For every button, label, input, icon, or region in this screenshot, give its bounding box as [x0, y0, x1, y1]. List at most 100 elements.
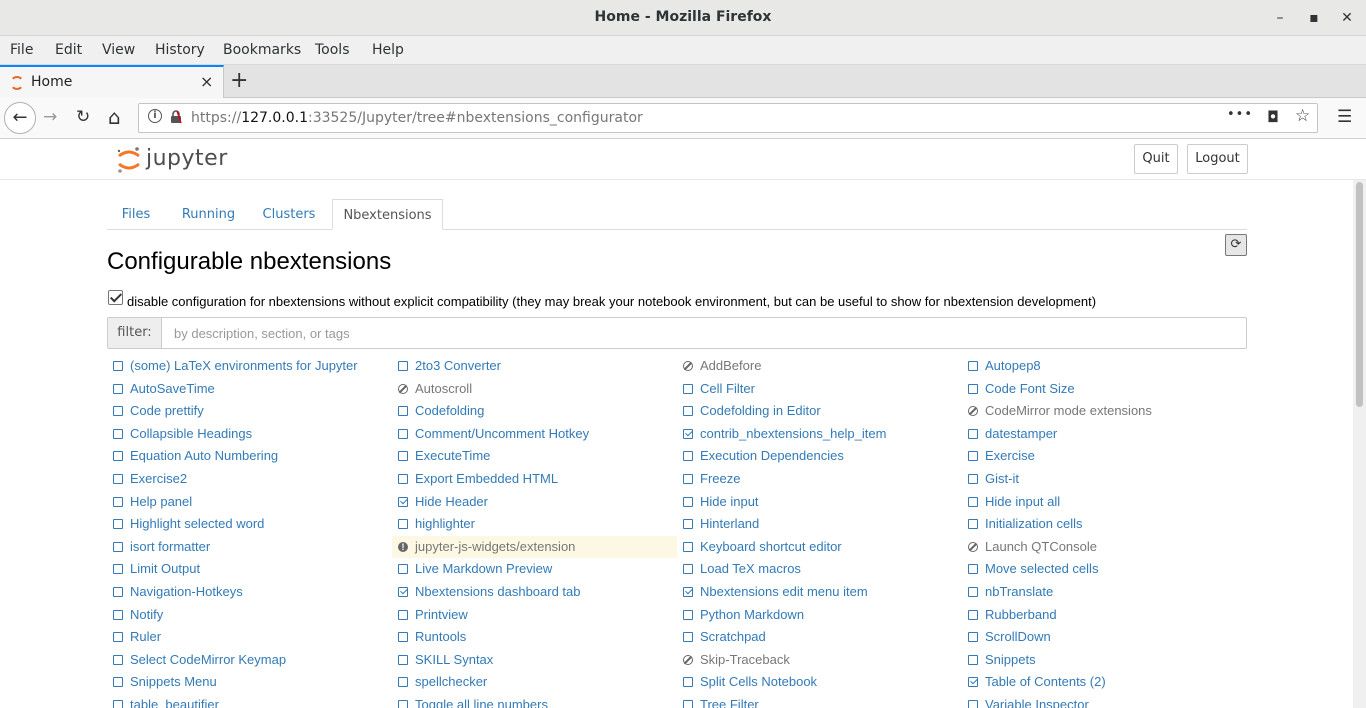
new-tab-icon[interactable]: + [230, 68, 248, 93]
nbextension-item[interactable]: Equation Auto Numbering [107, 445, 392, 467]
unchecked-box-icon[interactable] [113, 451, 123, 462]
nbextension-item[interactable]: Gist-it [962, 468, 1247, 490]
nbextension-label[interactable]: Exercise [985, 445, 1035, 467]
unchecked-box-icon[interactable] [113, 677, 123, 688]
unchecked-box-icon[interactable] [398, 361, 408, 371]
nbextension-label[interactable]: Keyboard shortcut editor [700, 536, 842, 558]
url-bar[interactable]: i https://127.0.0.1:33525/Jupyter/tree#n… [138, 103, 1318, 133]
nbextension-label[interactable]: Live Markdown Preview [415, 558, 552, 580]
unchecked-box-icon[interactable] [968, 700, 978, 708]
nbextension-label[interactable]: Equation Auto Numbering [130, 445, 278, 467]
nbextension-item[interactable]: AutoSaveTime [107, 378, 392, 400]
nbextension-item[interactable]: Autoscroll [392, 378, 677, 400]
unchecked-box-icon[interactable] [683, 383, 693, 394]
unchecked-box-icon[interactable] [113, 496, 123, 507]
nbextension-label[interactable]: Freeze [700, 468, 740, 490]
nbextension-item[interactable]: CodeMirror mode extensions [962, 400, 1247, 422]
nbextension-label[interactable]: Tree Filter [700, 694, 759, 708]
nbextension-label[interactable]: Nbextensions edit menu item [700, 581, 868, 603]
nbextension-item[interactable]: 2to3 Converter [392, 355, 677, 377]
nbextension-item[interactable]: Ruler [107, 626, 392, 648]
nbextension-label[interactable]: table_beautifier [130, 694, 219, 708]
unchecked-box-icon[interactable] [683, 609, 693, 620]
unchecked-box-icon[interactable] [113, 564, 123, 575]
nbextension-label[interactable]: Split Cells Notebook [700, 671, 817, 693]
nbextension-item[interactable]: contrib_nbextensions_help_item [677, 423, 962, 445]
nbextension-item[interactable]: Help panel [107, 491, 392, 513]
nbextension-label[interactable]: Variable Inspector [985, 694, 1089, 708]
tab-running[interactable]: Running [171, 199, 246, 230]
nbextension-label[interactable]: AddBefore [700, 355, 761, 377]
unchecked-box-icon[interactable] [398, 428, 408, 439]
nbextension-item[interactable]: Exercise2 [107, 468, 392, 490]
nbextension-item[interactable]: Keyboard shortcut editor [677, 536, 962, 558]
nbextension-label[interactable]: Select CodeMirror Keymap [130, 649, 286, 671]
refresh-icon[interactable]: ⟳ [1225, 234, 1247, 256]
menu-edit[interactable]: Edit [55, 42, 82, 58]
unchecked-box-icon[interactable] [683, 496, 693, 507]
nbextension-label[interactable]: ScrollDown [985, 626, 1051, 648]
unchecked-box-icon[interactable] [683, 700, 693, 708]
ban-icon[interactable] [968, 541, 978, 552]
filter-input[interactable] [163, 318, 1246, 348]
nbextension-item[interactable]: Move selected cells [962, 558, 1247, 580]
nbextension-label[interactable]: AutoSaveTime [130, 378, 215, 400]
unchecked-box-icon[interactable] [968, 609, 978, 620]
close-icon[interactable]: ✕ [1337, 8, 1357, 28]
nbextension-label[interactable]: Autoscroll [415, 378, 472, 400]
nbextension-label[interactable]: Runtools [415, 626, 466, 648]
unchecked-box-icon[interactable] [113, 406, 123, 417]
nbextension-label[interactable]: jupyter-js-widgets/extension [415, 536, 575, 558]
ban-icon[interactable] [968, 406, 978, 417]
nbextension-label[interactable]: 2to3 Converter [415, 355, 501, 377]
nbextension-label[interactable]: Snippets Menu [130, 671, 217, 693]
nbextension-item[interactable]: (some) LaTeX environments for Jupyter [107, 355, 392, 377]
checked-box-icon[interactable] [398, 587, 408, 597]
nbextension-item[interactable]: Hide input [677, 491, 962, 513]
menu-history[interactable]: History [155, 42, 205, 58]
nbextension-label[interactable]: Table of Contents (2) [985, 671, 1106, 693]
unchecked-box-icon[interactable] [683, 632, 693, 643]
unchecked-box-icon[interactable] [113, 609, 123, 620]
pocket-icon[interactable]: ◘ [1267, 108, 1279, 126]
checked-box-icon[interactable] [683, 587, 693, 597]
nbextension-label[interactable]: isort formatter [130, 536, 210, 558]
nbextension-label[interactable]: Code prettify [130, 400, 204, 422]
info-icon[interactable]: i [148, 109, 162, 123]
unchecked-box-icon[interactable] [113, 654, 123, 665]
unchecked-box-icon[interactable] [683, 474, 693, 484]
nbextension-item[interactable]: Table of Contents (2) [962, 671, 1247, 693]
nbextension-label[interactable]: Highlight selected word [130, 513, 264, 535]
nbextension-label[interactable]: Help panel [130, 491, 192, 513]
tab-nbextensions[interactable]: Nbextensions [332, 199, 443, 230]
unchecked-box-icon[interactable] [683, 541, 693, 552]
lock-icon[interactable] [170, 110, 182, 124]
unchecked-box-icon[interactable] [113, 428, 123, 439]
nbextension-item[interactable]: Runtools [392, 626, 677, 648]
nbextension-label[interactable]: Hide input [700, 491, 759, 513]
nbextension-item[interactable]: table_beautifier [107, 694, 392, 708]
nbextension-item[interactable]: Codefolding in Editor [677, 400, 962, 422]
unchecked-box-icon[interactable] [683, 677, 693, 688]
page-scrollbar[interactable] [1353, 180, 1366, 708]
unchecked-box-icon[interactable] [683, 451, 693, 462]
unchecked-box-icon[interactable] [113, 519, 123, 530]
unchecked-box-icon[interactable] [113, 700, 123, 708]
nbextension-label[interactable]: nbTranslate [985, 581, 1053, 603]
nbextension-item[interactable]: Nbextensions dashboard tab [392, 581, 677, 603]
bookmark-star-icon[interactable]: ☆ [1295, 106, 1310, 126]
hamburger-menu-icon[interactable]: ☰ [1337, 107, 1352, 127]
nbextension-item[interactable]: Live Markdown Preview [392, 558, 677, 580]
nbextension-label[interactable]: Hinterland [700, 513, 759, 535]
nbextension-item[interactable]: Skip-Traceback [677, 649, 962, 671]
nbextension-label[interactable]: Code Font Size [985, 378, 1075, 400]
nbextension-item[interactable]: Code Font Size [962, 378, 1247, 400]
unchecked-box-icon[interactable] [398, 700, 408, 708]
unchecked-box-icon[interactable] [398, 654, 408, 665]
tab-files[interactable]: Files [107, 199, 165, 230]
unchecked-box-icon[interactable] [683, 406, 693, 417]
nbextension-item[interactable]: Hide input all [962, 491, 1247, 513]
checked-box-icon[interactable] [398, 496, 408, 507]
ban-icon[interactable] [683, 654, 693, 665]
nbextension-item[interactable]: Cell Filter [677, 378, 962, 400]
